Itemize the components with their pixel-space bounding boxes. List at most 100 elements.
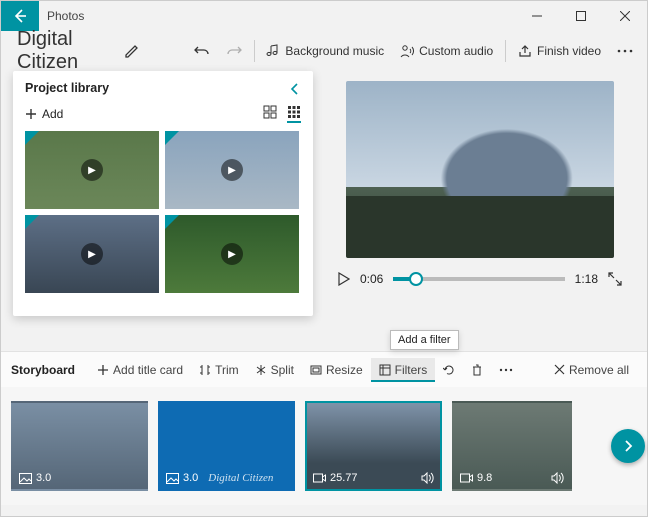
playback-controls: 0:06 1:18 <box>338 272 622 286</box>
library-clip[interactable]: ▶ <box>165 215 299 293</box>
play-icon: ▶ <box>221 243 243 265</box>
more-icon <box>499 368 513 372</box>
arrow-left-icon <box>12 8 28 24</box>
undo-icon <box>194 43 210 59</box>
rename-button[interactable] <box>124 43 140 59</box>
project-name[interactable]: Digital Citizen <box>17 28 114 74</box>
minimize-icon <box>532 11 542 21</box>
music-icon <box>266 44 280 58</box>
clip-duration: 3.0 <box>36 472 51 484</box>
storyboard-clip[interactable]: 3.0 Digital Citizen <box>158 401 295 491</box>
used-badge <box>25 131 39 145</box>
fullscreen-button[interactable] <box>608 272 622 286</box>
back-button[interactable] <box>1 1 39 31</box>
total-time: 1:18 <box>575 272 598 286</box>
video-preview[interactable] <box>346 81 614 258</box>
finish-video-label: Finish video <box>537 44 601 58</box>
split-button[interactable]: Split <box>247 358 302 382</box>
seek-slider[interactable] <box>393 277 564 281</box>
more-storyboard-button[interactable] <box>491 363 521 377</box>
window-controls <box>515 1 647 31</box>
storyboard-clip[interactable]: 9.8 <box>452 401 572 491</box>
custom-audio-button[interactable]: Custom audio <box>392 40 501 62</box>
library-clip[interactable]: ▶ <box>165 131 299 209</box>
resize-button[interactable]: Resize <box>302 358 371 382</box>
redo-icon <box>226 43 242 59</box>
library-title: Project library <box>25 81 109 95</box>
split-icon <box>255 364 267 376</box>
play-icon: ▶ <box>81 243 103 265</box>
close-button[interactable] <box>603 1 647 31</box>
play-button[interactable] <box>338 272 350 286</box>
grid-large-button[interactable] <box>263 105 277 123</box>
app-title: Photos <box>47 9 84 23</box>
storyboard-toolbar: Storyboard Add title card Trim Split Res… <box>1 351 647 387</box>
clip-duration: 3.0 <box>183 472 198 484</box>
clip-duration: 25.77 <box>330 472 358 484</box>
collapse-library-button[interactable] <box>289 82 301 94</box>
person-audio-icon <box>400 44 414 58</box>
image-icon <box>19 473 32 484</box>
resize-icon <box>310 364 322 376</box>
export-icon <box>518 44 532 58</box>
clip-caption: Digital Citizen <box>208 472 273 484</box>
scroll-next-button[interactable] <box>611 429 645 463</box>
title-bar: Photos <box>1 1 647 31</box>
maximize-button[interactable] <box>559 1 603 31</box>
split-label: Split <box>271 363 294 377</box>
main-row: Project library Add ▶ ▶ ▶ ▶ <box>1 71 647 351</box>
clip-duration: 9.8 <box>477 472 492 484</box>
plus-icon <box>25 108 37 120</box>
grid-large-icon <box>263 105 277 119</box>
background-music-label: Background music <box>285 44 384 58</box>
storyboard-title: Storyboard <box>11 363 75 377</box>
storyboard-clip[interactable]: 3.0 <box>11 401 148 491</box>
library-thumbnails: ▶ ▶ ▶ ▶ <box>25 131 301 293</box>
storyboard-clip[interactable]: 25.77 <box>305 401 442 491</box>
used-badge <box>165 131 179 145</box>
divider <box>505 40 506 62</box>
trim-icon <box>199 364 211 376</box>
add-title-card-button[interactable]: Add title card <box>89 358 191 382</box>
library-clip[interactable]: ▶ <box>25 215 159 293</box>
remove-all-label: Remove all <box>569 363 629 377</box>
play-icon: ▶ <box>81 159 103 181</box>
audio-icon <box>551 472 564 484</box>
more-icon <box>617 49 633 53</box>
filters-button[interactable]: Filters <box>371 358 436 382</box>
filters-icon <box>379 364 391 376</box>
redo-button[interactable] <box>218 39 250 63</box>
project-library-panel: Project library Add ▶ ▶ ▶ ▶ <box>13 71 313 316</box>
delete-clip-button[interactable] <box>463 359 491 381</box>
maximize-icon <box>576 11 586 21</box>
preview-column: 0:06 1:18 <box>313 71 647 351</box>
image-icon <box>166 473 179 484</box>
library-clip[interactable]: ▶ <box>25 131 159 209</box>
used-badge <box>165 215 179 229</box>
plus-icon <box>97 364 109 376</box>
trash-icon <box>471 364 483 376</box>
close-icon <box>620 11 630 21</box>
current-time: 0:06 <box>360 272 383 286</box>
seek-knob[interactable] <box>409 272 423 286</box>
finish-video-button[interactable]: Finish video <box>510 40 609 62</box>
storyboard-clips[interactable]: 3.0 3.0 Digital Citizen 25.77 9.8 <box>1 387 647 505</box>
audio-icon <box>421 472 434 484</box>
play-icon: ▶ <box>221 159 243 181</box>
grid-small-button[interactable] <box>287 105 301 123</box>
divider <box>254 40 255 62</box>
rotate-button[interactable] <box>435 359 463 381</box>
custom-audio-label: Custom audio <box>419 44 493 58</box>
more-header-button[interactable] <box>609 45 641 57</box>
play-icon <box>338 272 350 286</box>
add-media-button[interactable]: Add <box>25 107 63 121</box>
remove-all-button[interactable]: Remove all <box>546 358 637 382</box>
background-music-button[interactable]: Background music <box>258 40 392 62</box>
trim-label: Trim <box>215 363 239 377</box>
video-icon <box>460 473 473 483</box>
resize-label: Resize <box>326 363 363 377</box>
undo-button[interactable] <box>186 39 218 63</box>
minimize-button[interactable] <box>515 1 559 31</box>
trim-button[interactable]: Trim <box>191 358 247 382</box>
filters-tooltip: Add a filter <box>390 330 459 350</box>
